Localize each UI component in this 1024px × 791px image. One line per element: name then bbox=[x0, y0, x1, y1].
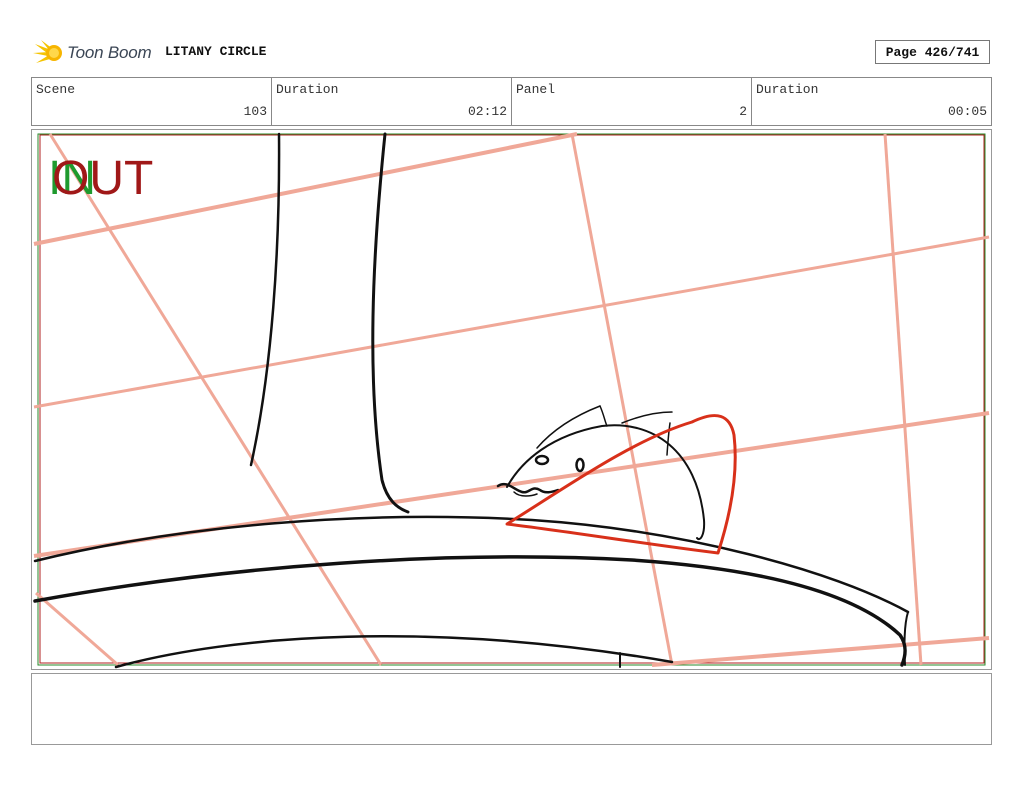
scene-label: Scene bbox=[36, 82, 76, 97]
scene-duration-value: 02:12 bbox=[467, 104, 507, 119]
panel-duration-value: 00:05 bbox=[947, 104, 987, 119]
toon-boom-logo: Toon Boom bbox=[33, 36, 158, 70]
panel-notes-box[interactable] bbox=[31, 673, 992, 745]
panel-duration-label: Duration bbox=[756, 82, 819, 97]
scene-duration-cell: Duration 02:12 bbox=[272, 78, 512, 125]
logo-text: Toon Boom bbox=[67, 43, 152, 62]
scene-duration-label: Duration bbox=[276, 82, 339, 97]
perspective-guides bbox=[33, 132, 990, 667]
out-marker: OUT bbox=[52, 152, 153, 205]
scene-cell: Scene 103 bbox=[32, 78, 272, 125]
storyboard-panel: IN OUT bbox=[31, 129, 992, 670]
panel-sketch: IN OUT bbox=[33, 132, 990, 669]
red-sketch-shell bbox=[505, 414, 737, 555]
sun-burst-icon bbox=[33, 40, 62, 63]
scene-info-table: Scene 103 Duration 02:12 Panel 2 Duratio… bbox=[31, 77, 992, 126]
scene-value: 103 bbox=[243, 104, 267, 119]
panel-cell: Panel 2 bbox=[512, 78, 752, 125]
project-title: LITANY CIRCLE bbox=[165, 44, 267, 59]
panel-label: Panel bbox=[516, 82, 556, 97]
panel-value: 2 bbox=[739, 104, 747, 119]
black-sketch bbox=[33, 132, 910, 669]
page-counter: Page 426/741 bbox=[875, 40, 990, 64]
panel-duration-cell: Duration 00:05 bbox=[752, 78, 991, 125]
